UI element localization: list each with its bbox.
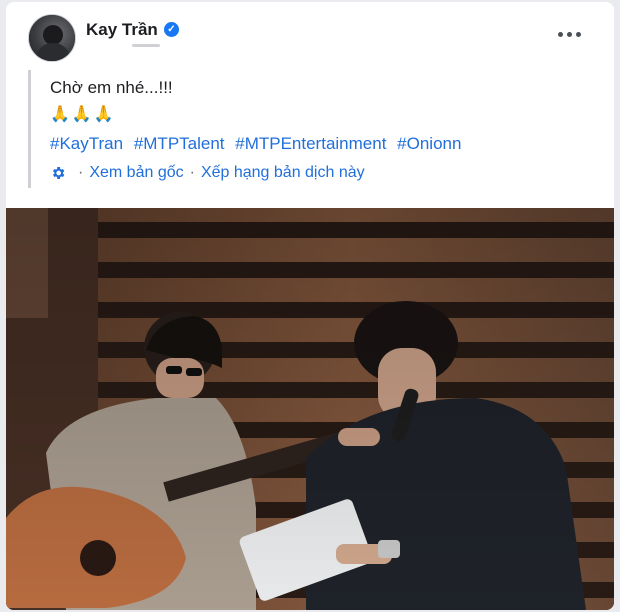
photo-shade — [6, 208, 614, 610]
post-header: Kay Trần ✓ — [6, 2, 614, 62]
see-original-link[interactable]: Xem bản gốc — [89, 164, 183, 182]
gear-icon[interactable] — [50, 165, 66, 181]
hashtag-link[interactable]: #Onionn — [397, 134, 461, 153]
post-text: Chờ em nhé...!!! — [50, 78, 173, 97]
hashtag-link[interactable]: #MTPEntertainment — [235, 134, 386, 153]
separator-dot: · — [78, 164, 84, 181]
verified-check-icon: ✓ — [164, 22, 179, 37]
post-content: Chờ em nhé...!!! 🙏🙏🙏 #KayTran #MTPTalent… — [28, 70, 588, 188]
more-options-icon[interactable] — [558, 28, 584, 40]
quote-bar — [28, 70, 31, 188]
separator-dot: · — [189, 164, 195, 181]
avatar-head — [43, 25, 63, 45]
post-meta — [132, 44, 160, 47]
post-card: Kay Trần ✓ Chờ em nhé...!!! 🙏🙏🙏 #KayTran… — [6, 2, 614, 610]
rate-translation-link[interactable]: Xếp hạng bản dịch này — [201, 164, 365, 182]
author-avatar[interactable] — [28, 14, 76, 62]
author-name[interactable]: Kay Trần — [86, 20, 158, 40]
hashtag-list: #KayTran #MTPTalent #MTPEntertainment #O… — [50, 134, 467, 154]
translation-row: · Xem bản gốc · Xếp hạng bản dịch này — [50, 164, 365, 182]
hashtag-link[interactable]: #MTPTalent — [134, 134, 225, 153]
post-photo[interactable] — [6, 208, 614, 610]
hashtag-link[interactable]: #KayTran — [50, 134, 123, 153]
pray-emoji: 🙏🙏🙏 — [50, 106, 116, 123]
